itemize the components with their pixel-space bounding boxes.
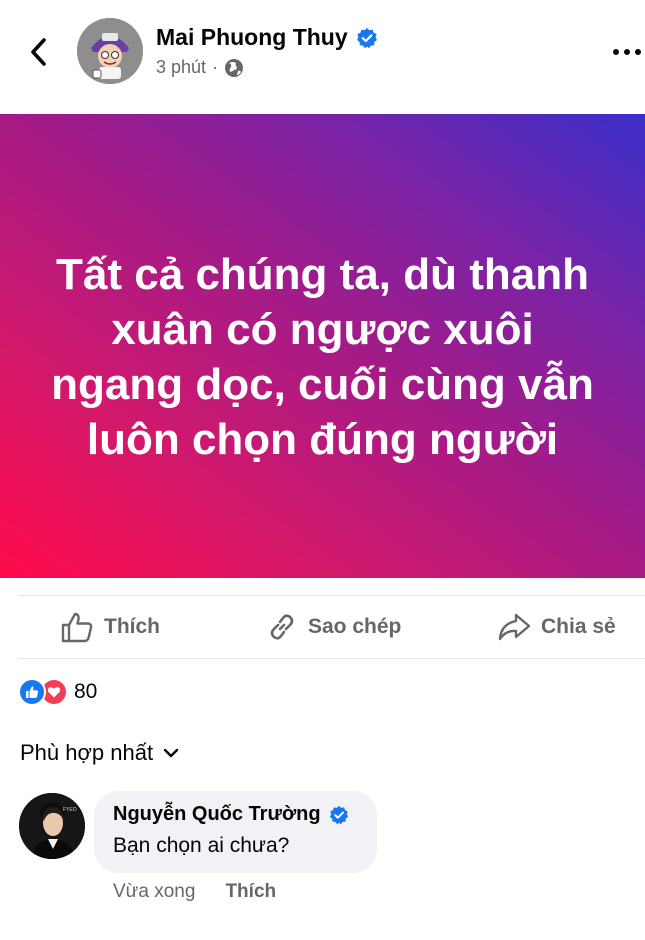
reaction-count: 80	[74, 680, 98, 703]
copy-link-button[interactable]: Sao chép	[266, 596, 401, 658]
author-name[interactable]: Mai Phuong Thuy	[156, 24, 378, 51]
like-button[interactable]: Thích	[60, 596, 160, 658]
author-name-text: Mai Phuong Thuy	[156, 24, 348, 50]
post-meta: 3 phút ·	[156, 57, 244, 78]
thumbs-up-icon	[61, 612, 93, 643]
reactions-summary[interactable]: 80	[18, 677, 97, 707]
chevron-down-icon	[163, 748, 179, 758]
svg-text:FYEO: FYEO	[63, 807, 77, 813]
commenter-name[interactable]: Nguyễn Quốc Trường	[113, 803, 377, 826]
comment-meta: Vừa xong Thích	[113, 881, 276, 903]
commenter-avatar[interactable]: FYEO	[19, 793, 85, 859]
comment-sort-dropdown[interactable]: Phù hợp nhất	[20, 740, 179, 766]
more-options-button[interactable]	[610, 40, 644, 64]
share-label: Chia sẻ	[541, 615, 616, 638]
like-label: Thích	[104, 615, 160, 638]
like-reaction-icon	[18, 678, 46, 706]
share-arrow-icon	[498, 613, 531, 641]
globe-icon[interactable]	[224, 58, 244, 78]
chevron-left-icon	[31, 38, 46, 66]
link-icon	[270, 614, 294, 640]
post-actions-bar: Thích Sao chép Chia sẻ	[0, 596, 645, 658]
share-button[interactable]: Chia sẻ	[497, 596, 616, 658]
post-text: Tất cả chúng ta, dù thanh xuân có ngược …	[51, 250, 594, 464]
more-dots-icon	[613, 49, 619, 55]
post-background-card[interactable]: Tất cả chúng ta, dù thanh xuân có ngược …	[0, 114, 645, 578]
comment-time: Vừa xong	[113, 881, 196, 902]
sort-label: Phù hợp nhất	[20, 740, 154, 765]
comment-bubble[interactable]: Nguyễn Quốc Trường Bạn chọn ai chưa?	[94, 791, 377, 873]
commenter-name-text: Nguyễn Quốc Trường	[113, 803, 321, 825]
post-header: Mai Phuong Thuy 3 phút ·	[0, 0, 645, 114]
meta-separator: ·	[212, 57, 219, 77]
divider	[19, 658, 645, 659]
back-button[interactable]	[22, 34, 54, 70]
verified-badge-icon	[329, 805, 349, 825]
comment-text: Bạn chọn ai chưa?	[113, 834, 290, 857]
author-avatar[interactable]	[77, 18, 143, 84]
comment-like-button[interactable]: Thích	[225, 881, 276, 903]
copy-label: Sao chép	[308, 615, 402, 638]
post-timestamp[interactable]: 3 phút	[156, 57, 206, 78]
verified-badge-icon	[356, 27, 378, 49]
